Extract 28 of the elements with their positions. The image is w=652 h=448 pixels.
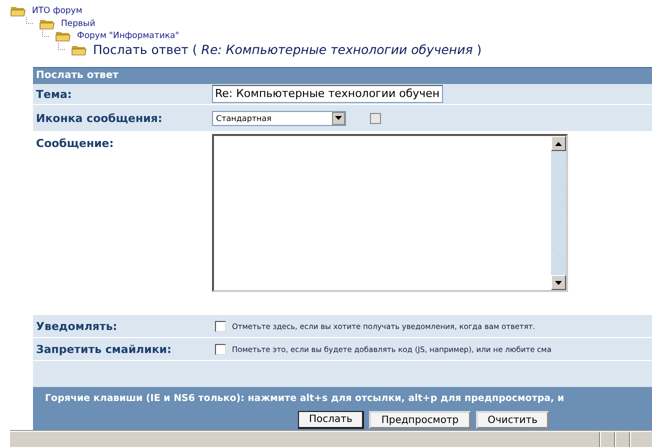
- folder-icon: [71, 44, 87, 56]
- icon-preview: [370, 112, 381, 124]
- down-arrow-icon: [555, 280, 562, 284]
- breadcrumb-link[interactable]: ИТО форум: [32, 6, 82, 16]
- field-label: Тема:: [35, 88, 73, 100]
- option-label: Уведомлять:: [35, 320, 118, 332]
- caret-icon: [335, 116, 342, 120]
- folder-icon: [10, 5, 26, 17]
- folder-icon: [39, 18, 55, 30]
- option-label: Запретить смайлики:: [35, 342, 172, 356]
- subject-field[interactable]: Re: Компьютерные технологии обучен: [212, 85, 443, 103]
- checkbox[interactable]: [215, 344, 226, 354]
- breadcrumb-link[interactable]: Первый: [61, 18, 96, 28]
- form-button[interactable]: Очистить: [476, 411, 550, 429]
- icon-dropdown[interactable]: Стандартная: [212, 110, 346, 126]
- form-button[interactable]: Предпросмотр: [369, 411, 471, 429]
- folder-icon: [55, 30, 71, 42]
- breadcrumb-link[interactable]: Форум "Информатика": [77, 31, 180, 41]
- checkbox[interactable]: [215, 320, 226, 332]
- form-button[interactable]: Послать: [298, 411, 364, 429]
- field-label: Иконка сообщения:: [35, 112, 164, 124]
- message-field[interactable]: [212, 134, 568, 292]
- scrollbar[interactable]: [551, 136, 566, 290]
- field-label: Сообщение:: [35, 136, 115, 150]
- form-title: Послать ответ: [33, 67, 652, 84]
- hotkeys-hint: Горячие клавиши (IE и NS6 только): нажмите alt+s для отсылки, alt+p для предпросмотра, и: [45, 393, 566, 404]
- up-arrow-icon: [555, 142, 562, 146]
- page-title: Послать ответ ( Re: Компьютерные технологии обучения ): [93, 42, 482, 57]
